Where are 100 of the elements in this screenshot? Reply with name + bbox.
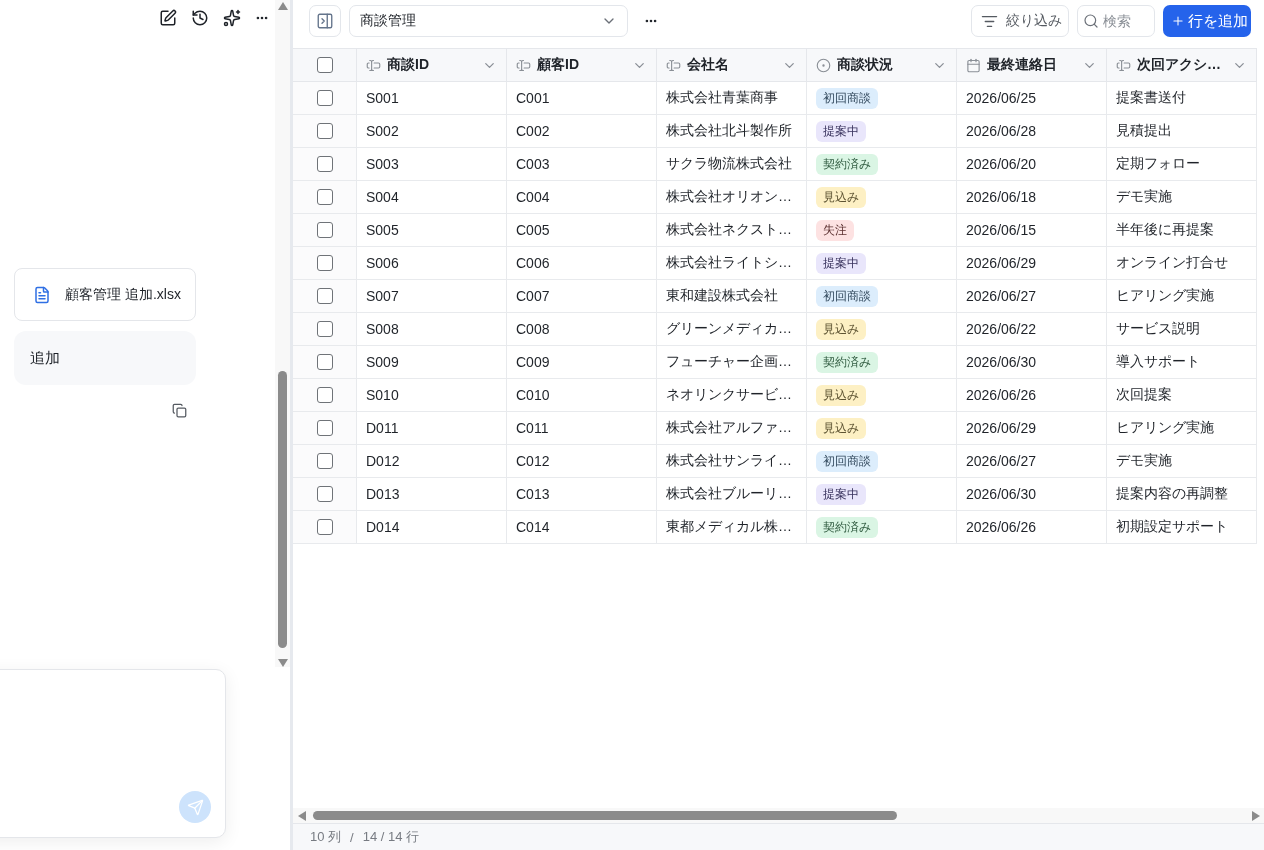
scroll-down-arrow-icon[interactable] <box>277 657 288 667</box>
column-header[interactable]: 最終連絡日 <box>957 48 1107 82</box>
row-checkbox[interactable] <box>316 255 333 271</box>
table-cell: C010 <box>507 379 657 412</box>
table-cell: 株式会社北斗製作所 <box>657 115 807 148</box>
status-tag: 提案中 <box>816 483 866 505</box>
table-cell: S003 <box>357 148 507 181</box>
row-checkbox[interactable] <box>316 222 333 238</box>
table-cell: D011 <box>357 412 507 445</box>
row-checkbox[interactable] <box>316 156 333 172</box>
row-checkbox[interactable] <box>316 189 333 205</box>
table-cell: 株式会社ブルーリ… <box>657 478 807 511</box>
row-checkbox[interactable] <box>316 90 333 106</box>
history-icon <box>191 9 209 27</box>
row-checkbox[interactable] <box>316 420 333 436</box>
table-cell: D014 <box>357 511 507 544</box>
table-cell: 東都メディカル株… <box>657 511 807 544</box>
table-cell: 株式会社ネクスト… <box>657 214 807 247</box>
table-cell: C009 <box>507 346 657 379</box>
filter-button[interactable]: 絞り込み <box>971 5 1069 37</box>
table-cell: 株式会社ライトシ… <box>657 247 807 280</box>
row-checkbox[interactable] <box>316 123 333 139</box>
file-attachment-card[interactable]: 顧客管理 追加.xlsx <box>14 268 196 321</box>
table-cell: 2026/06/27 <box>957 445 1107 478</box>
table-cell: サービス説明 <box>1107 313 1257 346</box>
status-tag: 提案中 <box>816 120 866 142</box>
table-cell: 次回提案 <box>1107 379 1257 412</box>
table-cell: ヒアリング実施 <box>1107 280 1257 313</box>
status-tag: 初回商談 <box>816 87 878 109</box>
table-cell: C014 <box>507 511 657 544</box>
table-cell: C012 <box>507 445 657 478</box>
row-checkbox[interactable] <box>316 486 333 502</box>
table-cell: サクラ物流株式会社 <box>657 148 807 181</box>
status-tag: 見込み <box>816 318 866 340</box>
text-field-icon <box>1116 57 1131 73</box>
status-tag: 提案中 <box>816 252 866 274</box>
table-cell: 見積提出 <box>1107 115 1257 148</box>
table-cell: 提案書送付 <box>1107 82 1257 115</box>
table-cell: フューチャー企画… <box>657 346 807 379</box>
column-header[interactable]: 次回アクシ… <box>1107 48 1257 82</box>
select-all-checkbox[interactable] <box>316 57 333 73</box>
table-cell: C001 <box>507 82 657 115</box>
table-select[interactable]: 商談管理 <box>349 5 628 37</box>
row-checkbox[interactable] <box>316 354 333 370</box>
column-header[interactable]: 会社名 <box>657 48 807 82</box>
table-cell: 株式会社アルファ… <box>657 412 807 445</box>
edit-button[interactable] <box>159 9 177 27</box>
table-cell: 東和建設株式会社 <box>657 280 807 313</box>
table-cell: D012 <box>357 445 507 478</box>
status-tag: 見込み <box>816 384 866 406</box>
table-cell: C013 <box>507 478 657 511</box>
calendar-icon <box>966 57 981 73</box>
sparkle-button[interactable] <box>223 9 241 27</box>
row-checkbox[interactable] <box>316 453 333 469</box>
horizontal-scrollbar[interactable] <box>293 808 1264 823</box>
table-cell: 定期フォロー <box>1107 148 1257 181</box>
copy-button[interactable] <box>172 403 187 418</box>
table-cell: C004 <box>507 181 657 214</box>
copy-icon <box>172 403 187 418</box>
table-cell: C011 <box>507 412 657 445</box>
message-input[interactable] <box>0 669 226 838</box>
scrollbar-thumb[interactable] <box>313 811 897 820</box>
table-cell: 2026/06/30 <box>957 478 1107 511</box>
history-button[interactable] <box>191 9 209 27</box>
scrollbar-thumb[interactable] <box>278 371 287 648</box>
column-header[interactable]: 商談ID <box>357 48 507 82</box>
table-cell: S007 <box>357 280 507 313</box>
send-icon <box>186 798 204 816</box>
table-cell: D013 <box>357 478 507 511</box>
table-cell: C005 <box>507 214 657 247</box>
row-checkbox[interactable] <box>316 321 333 337</box>
add-row-button[interactable]: 行を追加 <box>1163 5 1251 37</box>
search-field[interactable]: 検索 <box>1077 5 1155 37</box>
table-cell: グリーンメディカ… <box>657 313 807 346</box>
vertical-scrollbar[interactable] <box>275 0 290 667</box>
table-cell: S002 <box>357 115 507 148</box>
status-tag: 初回商談 <box>816 450 878 472</box>
scroll-left-arrow-icon[interactable] <box>296 810 306 821</box>
row-checkbox[interactable] <box>316 387 333 403</box>
scroll-right-arrow-icon[interactable] <box>1252 810 1262 821</box>
table-cell: オンライン打合せ <box>1107 247 1257 280</box>
edit-icon <box>159 9 177 27</box>
table-cell: 半年後に再提案 <box>1107 214 1257 247</box>
row-checkbox[interactable] <box>316 519 333 535</box>
table-cell: S008 <box>357 313 507 346</box>
row-checkbox[interactable] <box>316 288 333 304</box>
table-cell: 2026/06/28 <box>957 115 1107 148</box>
column-header[interactable]: 顧客ID <box>507 48 657 82</box>
table-cell: 2026/06/27 <box>957 280 1107 313</box>
status-tag: 見込み <box>816 186 866 208</box>
column-header[interactable]: 商談状況 <box>807 48 957 82</box>
table-cell: 導入サポート <box>1107 346 1257 379</box>
table-cell: C003 <box>507 148 657 181</box>
table-cell: C007 <box>507 280 657 313</box>
panel-toggle-button[interactable] <box>309 5 341 37</box>
scroll-up-arrow-icon[interactable] <box>277 0 288 10</box>
message-text: 追加 <box>30 348 60 368</box>
table-cell: 2026/06/20 <box>957 148 1107 181</box>
table-cell: C008 <box>507 313 657 346</box>
table-cell: S004 <box>357 181 507 214</box>
